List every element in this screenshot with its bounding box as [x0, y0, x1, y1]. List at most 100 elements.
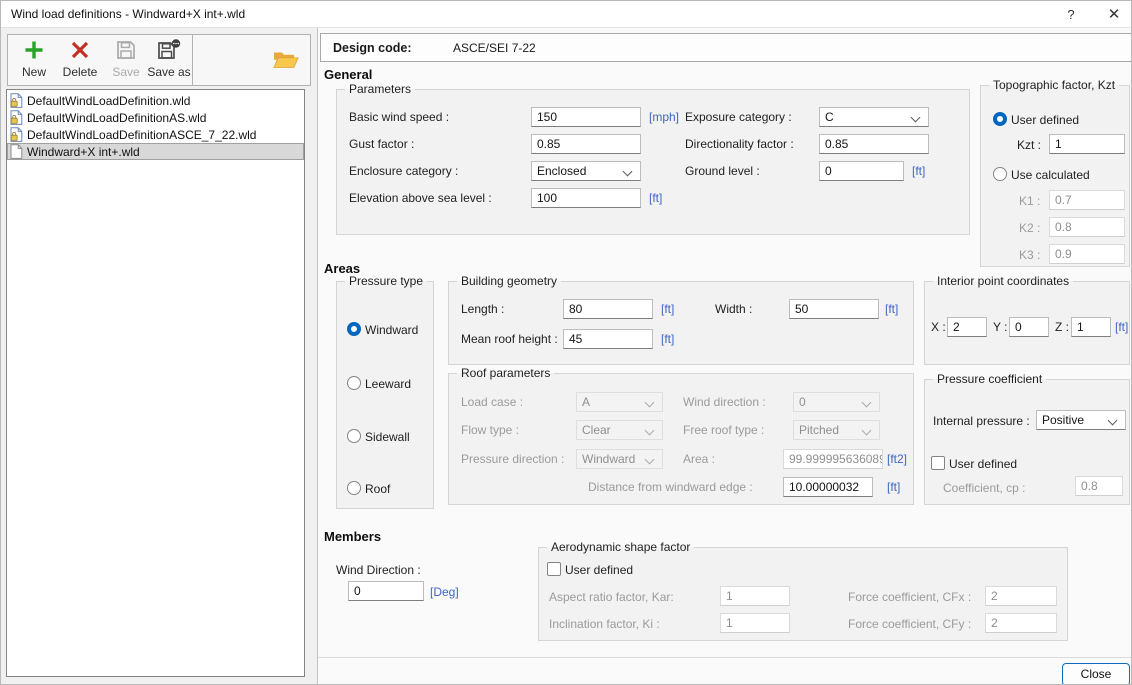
file-name: DefaultWindLoadDefinition.wld — [27, 94, 190, 108]
elevation-label: Elevation above sea level : — [349, 191, 492, 205]
k1-label: K1 : — [1019, 194, 1040, 208]
pressure-type-group-title: Pressure type — [345, 274, 427, 288]
coefficient-cp-input: 0.8 — [1075, 476, 1123, 496]
roof-wind-direction-select: 0 — [793, 392, 880, 412]
pressure-type-sidewall-label: Sidewall — [365, 430, 410, 444]
internal-pressure-label: Internal pressure : — [933, 414, 1030, 428]
roof-wind-direction-label: Wind direction : — [683, 395, 766, 409]
user-defined-kzt-radio[interactable] — [993, 112, 1007, 126]
length-input[interactable]: 80 — [563, 299, 653, 319]
distance-windward-edge-unit: [ft] — [887, 480, 900, 494]
open-folder-button[interactable] — [273, 49, 301, 71]
pressure-direction-select: Windward — [576, 449, 663, 469]
pressure-type-sidewall-radio[interactable] — [347, 429, 361, 443]
length-unit: [ft] — [661, 302, 674, 316]
pressure-coefficient-group: Pressure coefficient Internal pressure :… — [924, 379, 1130, 505]
k2-label: K2 : — [1019, 221, 1040, 235]
file-name: DefaultWindLoadDefinitionASCE_7_22.wld — [27, 128, 256, 142]
width-label: Width : — [715, 302, 752, 316]
file-list-item[interactable]: DefaultWindLoadDefinitionAS.wld — [7, 109, 304, 126]
ground-level-label: Ground level : — [685, 164, 760, 178]
directionality-factor-input[interactable]: 0.85 — [819, 134, 929, 154]
mean-roof-height-input[interactable]: 45 — [563, 329, 653, 349]
z-input[interactable]: 1 — [1071, 317, 1111, 337]
toolbar-file-actions: New Delete Save Save as — [7, 34, 193, 86]
building-geometry-group: Building geometry Length : 80 [ft] Width… — [448, 281, 914, 365]
ground-level-unit: [ft] — [912, 164, 925, 178]
y-input[interactable]: 0 — [1009, 317, 1049, 337]
area-label: Area : — [683, 452, 715, 466]
aerodynamic-shape-factor-group: Aerodynamic shape factor User defined As… — [538, 547, 1068, 641]
mean-roof-height-label: Mean roof height : — [461, 332, 558, 346]
file-list-item[interactable]: DefaultWindLoadDefinition.wld — [7, 92, 304, 109]
save-as-icon — [157, 39, 181, 64]
pressure-direction-label: Pressure direction : — [461, 452, 564, 466]
cp-user-defined-checkbox[interactable] — [931, 456, 945, 470]
cfy-input: 2 — [985, 613, 1057, 633]
area-unit: [ft2] — [887, 452, 907, 466]
elevation-input[interactable]: 100 — [531, 188, 641, 208]
width-input[interactable]: 50 — [789, 299, 879, 319]
window-close-button[interactable]: ✕ — [1099, 3, 1129, 26]
save-as-button[interactable]: Save as — [146, 37, 192, 85]
exposure-category-select[interactable]: C — [819, 107, 929, 127]
file-list-item-selected[interactable]: Windward+X int+.wld — [7, 143, 304, 160]
pressure-type-roof-radio[interactable] — [347, 481, 361, 495]
aerodynamic-user-defined-checkbox[interactable] — [547, 562, 561, 576]
topographic-group-title: Topographic factor, Kzt — [989, 78, 1119, 92]
footer-separator — [318, 657, 1132, 658]
open-folder-icon — [273, 59, 299, 73]
basic-wind-speed-input[interactable]: 150 — [531, 107, 641, 127]
pressure-type-roof-label: Roof — [365, 482, 390, 496]
width-unit: [ft] — [885, 302, 898, 316]
internal-pressure-select[interactable]: Positive — [1036, 410, 1126, 430]
ki-label: Inclination factor, Ki : — [549, 617, 660, 631]
toolbar-open-section — [192, 34, 311, 86]
gust-factor-label: Gust factor : — [349, 137, 414, 151]
k1-input: 0.7 — [1049, 190, 1125, 210]
members-wind-direction-input[interactable]: 0 — [348, 581, 424, 601]
ground-level-input[interactable]: 0 — [819, 161, 904, 181]
pressure-type-windward-radio[interactable] — [347, 322, 361, 336]
aerodynamic-user-defined-label: User defined — [565, 563, 633, 577]
pressure-type-leeward-radio[interactable] — [347, 376, 361, 390]
enclosure-category-label: Enclosure category : — [349, 164, 458, 178]
definition-editor-panel: Design code: ASCE/SEI 7-22 General Param… — [317, 28, 1132, 685]
save-icon — [115, 39, 137, 64]
pressure-type-windward-label: Windward — [365, 323, 418, 337]
enclosure-category-select[interactable]: Enclosed — [531, 161, 641, 181]
new-button[interactable]: New — [12, 37, 56, 85]
kar-input: 1 — [720, 586, 790, 606]
distance-windward-edge-input[interactable]: 10.00000032 — [783, 477, 873, 497]
gust-factor-input[interactable]: 0.85 — [531, 134, 641, 154]
kzt-label: Kzt : — [1017, 138, 1041, 152]
exposure-category-label: Exposure category : — [685, 110, 792, 124]
design-code-label: Design code: — [333, 41, 412, 55]
file-list-item[interactable]: DefaultWindLoadDefinitionASCE_7_22.wld — [7, 126, 304, 143]
use-calculated-label: Use calculated — [1011, 168, 1090, 182]
y-label: Y : — [993, 320, 1007, 334]
window-title: Wind load definitions - Windward+X int+.… — [11, 7, 245, 21]
parameters-group-title: Parameters — [345, 82, 415, 96]
members-heading: Members — [324, 529, 381, 544]
wld-file-list: DefaultWindLoadDefinition.wld DefaultWin… — [6, 89, 305, 677]
cfx-input: 2 — [985, 586, 1057, 606]
roof-parameters-title: Roof parameters — [457, 366, 554, 380]
free-roof-type-select: Pitched — [793, 420, 880, 440]
area-input: 99.999995636089 — [783, 449, 883, 469]
x-input[interactable]: 2 — [947, 317, 987, 337]
kzt-input[interactable]: 1 — [1049, 134, 1125, 154]
cp-user-defined-label: User defined — [949, 457, 1017, 471]
help-button[interactable]: ? — [1056, 3, 1086, 26]
building-geometry-title: Building geometry — [457, 274, 561, 288]
close-button[interactable]: Close — [1062, 663, 1130, 685]
locked-file-icon — [10, 127, 23, 142]
kar-label: Aspect ratio factor, Kar: — [549, 590, 674, 604]
delete-button-label: Delete — [63, 65, 98, 79]
delete-button[interactable]: Delete — [56, 37, 104, 85]
coefficient-cp-label: Coefficient, cp : — [943, 481, 1026, 495]
pressure-coefficient-title: Pressure coefficient — [933, 372, 1046, 386]
cfy-label: Force coefficient, CFy : — [848, 617, 971, 631]
use-calculated-radio[interactable] — [993, 167, 1007, 181]
length-label: Length : — [461, 302, 504, 316]
